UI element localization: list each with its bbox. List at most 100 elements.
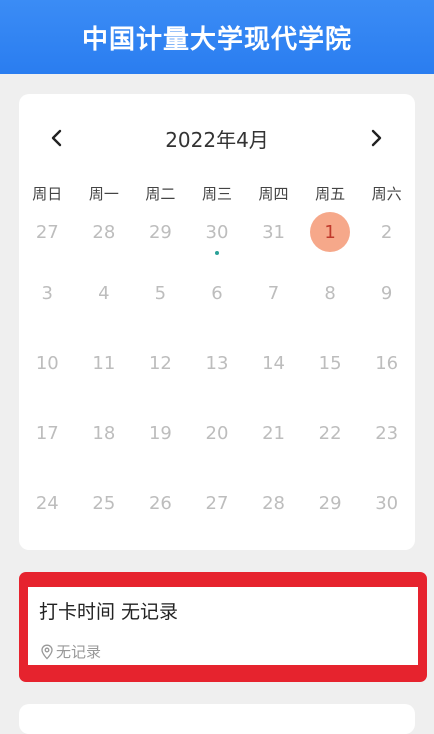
calendar-day[interactable]: 23 bbox=[358, 398, 415, 468]
calendar-day[interactable]: 8 bbox=[302, 258, 359, 328]
calendar-day[interactable]: 20 bbox=[189, 398, 246, 468]
calendar-day[interactable]: 28 bbox=[76, 206, 133, 258]
calendar-day-number: 23 bbox=[375, 422, 399, 444]
weekday-thu: 周四 bbox=[258, 184, 289, 203]
calendar-day-number: 12 bbox=[148, 352, 172, 374]
calendar-card: 2022年4月 周日 周一 周二 周三 周四 周五 周六 27 28 29 30 31 1… bbox=[19, 94, 415, 550]
calendar-day[interactable]: 26 bbox=[132, 468, 189, 538]
prev-month-button[interactable] bbox=[41, 122, 73, 154]
calendar-day-number: 13 bbox=[205, 352, 229, 374]
calendar-day-number: 7 bbox=[267, 282, 280, 304]
checkin-location-text: 无记录 bbox=[56, 643, 102, 661]
calendar-day-number: 8 bbox=[324, 282, 336, 304]
calendar-day[interactable]: 15 bbox=[302, 328, 359, 398]
next-month-button[interactable] bbox=[360, 122, 392, 154]
calendar-day-number: 3 bbox=[41, 282, 53, 304]
calendar-day-number: 19 bbox=[148, 422, 172, 444]
calendar-day[interactable]: 30 bbox=[358, 468, 415, 538]
calendar-week-row: 27 28 29 30 31 1 2 bbox=[19, 206, 415, 258]
checkin-record-highlight: 打卡时间 无记录 无记录 bbox=[19, 572, 427, 682]
calendar-day[interactable]: 29 bbox=[302, 468, 359, 538]
calendar-day[interactable]: 28 bbox=[245, 468, 302, 538]
calendar-day[interactable]: 3 bbox=[19, 258, 76, 328]
calendar-day[interactable]: 16 bbox=[358, 328, 415, 398]
calendar-week-row: 10 11 12 13 14 15 16 bbox=[19, 328, 415, 398]
days-grid: 27 28 29 30 31 1 2 3 4 5 6 7 8 9 10 11 12 13 14 15 16 17 18 19 2… bbox=[19, 206, 415, 538]
calendar-day-number: 22 bbox=[318, 422, 342, 444]
next-card bbox=[19, 704, 415, 734]
checkin-record-card[interactable]: 打卡时间 无记录 无记录 bbox=[28, 587, 418, 665]
weekday-fri: 周五 bbox=[315, 184, 346, 203]
calendar-day-number: 27 bbox=[35, 221, 59, 243]
chevron-left-icon bbox=[51, 129, 62, 147]
calendar-day-number: 2 bbox=[380, 221, 393, 243]
calendar-day[interactable]: 27 bbox=[19, 206, 76, 258]
calendar-day-number: 17 bbox=[35, 422, 59, 444]
calendar-day[interactable]: 4 bbox=[76, 258, 133, 328]
chevron-right-icon bbox=[371, 129, 382, 147]
calendar-day[interactable]: 22 bbox=[302, 398, 359, 468]
month-title: 2022年4月 bbox=[165, 127, 269, 152]
calendar-day[interactable]: 5 bbox=[132, 258, 189, 328]
calendar-day[interactable]: 14 bbox=[245, 328, 302, 398]
checkin-time-label: 打卡时间 无记录 bbox=[39, 601, 179, 623]
calendar-day[interactable]: 18 bbox=[76, 398, 133, 468]
calendar-day[interactable]: 31 bbox=[245, 206, 302, 258]
calendar-week-row: 17 18 19 20 21 22 23 bbox=[19, 398, 415, 468]
calendar-day-number: 6 bbox=[211, 282, 223, 304]
weekday-header: 周日 周一 周二 周三 周四 周五 周六 bbox=[19, 180, 415, 206]
calendar-day-number: 28 bbox=[92, 221, 116, 243]
calendar-day[interactable]: 19 bbox=[132, 398, 189, 468]
calendar-day-number: 31 bbox=[262, 221, 285, 243]
calendar-day[interactable]: 24 bbox=[19, 468, 76, 538]
calendar-day-number: 10 bbox=[35, 352, 59, 374]
weekday-tue: 周二 bbox=[145, 184, 176, 203]
calendar-day-number: 4 bbox=[98, 282, 110, 304]
location-pin-icon bbox=[41, 644, 53, 660]
calendar-week-row: 24 25 26 27 28 29 30 bbox=[19, 468, 415, 538]
calendar-day-selected[interactable]: 1 bbox=[302, 206, 359, 258]
calendar-day-number: 5 bbox=[154, 282, 167, 304]
calendar-day[interactable]: 12 bbox=[132, 328, 189, 398]
calendar-day-number: 14 bbox=[262, 352, 285, 374]
month-navigation: 2022年4月 bbox=[19, 122, 415, 154]
app-header: 中国计量大学现代学院 bbox=[0, 0, 434, 74]
weekday-sat: 周六 bbox=[371, 184, 402, 203]
calendar-day-number: 25 bbox=[92, 492, 116, 514]
weekday-mon: 周一 bbox=[88, 184, 119, 203]
calendar-day[interactable]: 6 bbox=[189, 258, 246, 328]
calendar-day[interactable]: 11 bbox=[76, 328, 133, 398]
calendar-day[interactable]: 17 bbox=[19, 398, 76, 468]
weekday-sun: 周日 bbox=[32, 184, 63, 203]
calendar-day-number: 1 bbox=[324, 221, 336, 243]
calendar-day[interactable]: 7 bbox=[245, 258, 302, 328]
calendar-day-number: 15 bbox=[318, 352, 342, 374]
calendar-day-number: 29 bbox=[318, 492, 342, 514]
calendar-day-number: 30 bbox=[375, 492, 399, 514]
calendar-day-number: 29 bbox=[148, 221, 172, 243]
calendar-day-number: 16 bbox=[375, 352, 399, 374]
calendar-day[interactable]: 21 bbox=[245, 398, 302, 468]
calendar-day[interactable]: 25 bbox=[76, 468, 133, 538]
calendar-day-number: 18 bbox=[92, 422, 116, 444]
calendar-day[interactable]: 13 bbox=[189, 328, 246, 398]
calendar-day-number: 9 bbox=[380, 282, 393, 304]
calendar-day[interactable]: 2 bbox=[358, 206, 415, 258]
calendar-day[interactable]: 10 bbox=[19, 328, 76, 398]
calendar-day[interactable]: 9 bbox=[358, 258, 415, 328]
checkin-location: 无记录 bbox=[40, 641, 101, 662]
calendar-day[interactable]: 27 bbox=[189, 468, 246, 538]
calendar-week-row: 3 4 5 6 7 8 9 bbox=[19, 258, 415, 328]
weekday-wed: 周三 bbox=[201, 184, 232, 203]
calendar-day-number: 28 bbox=[262, 492, 285, 514]
calendar-day-number: 20 bbox=[205, 422, 229, 444]
calendar-day-number: 11 bbox=[92, 352, 116, 374]
page-title: 中国计量大学现代学院 bbox=[81, 24, 352, 55]
calendar-day-number: 27 bbox=[205, 492, 229, 514]
event-marker-dot bbox=[214, 251, 219, 255]
calendar-grid: 周日 周一 周二 周三 周四 周五 周六 27 28 29 30 31 1 2 3 4 5 6 7 8 9… bbox=[19, 180, 415, 538]
calendar-day[interactable]: 29 bbox=[132, 206, 189, 258]
calendar-day-number: 26 bbox=[148, 492, 172, 514]
calendar-day[interactable]: 30 bbox=[189, 206, 246, 258]
calendar-day-number: 21 bbox=[262, 422, 285, 444]
